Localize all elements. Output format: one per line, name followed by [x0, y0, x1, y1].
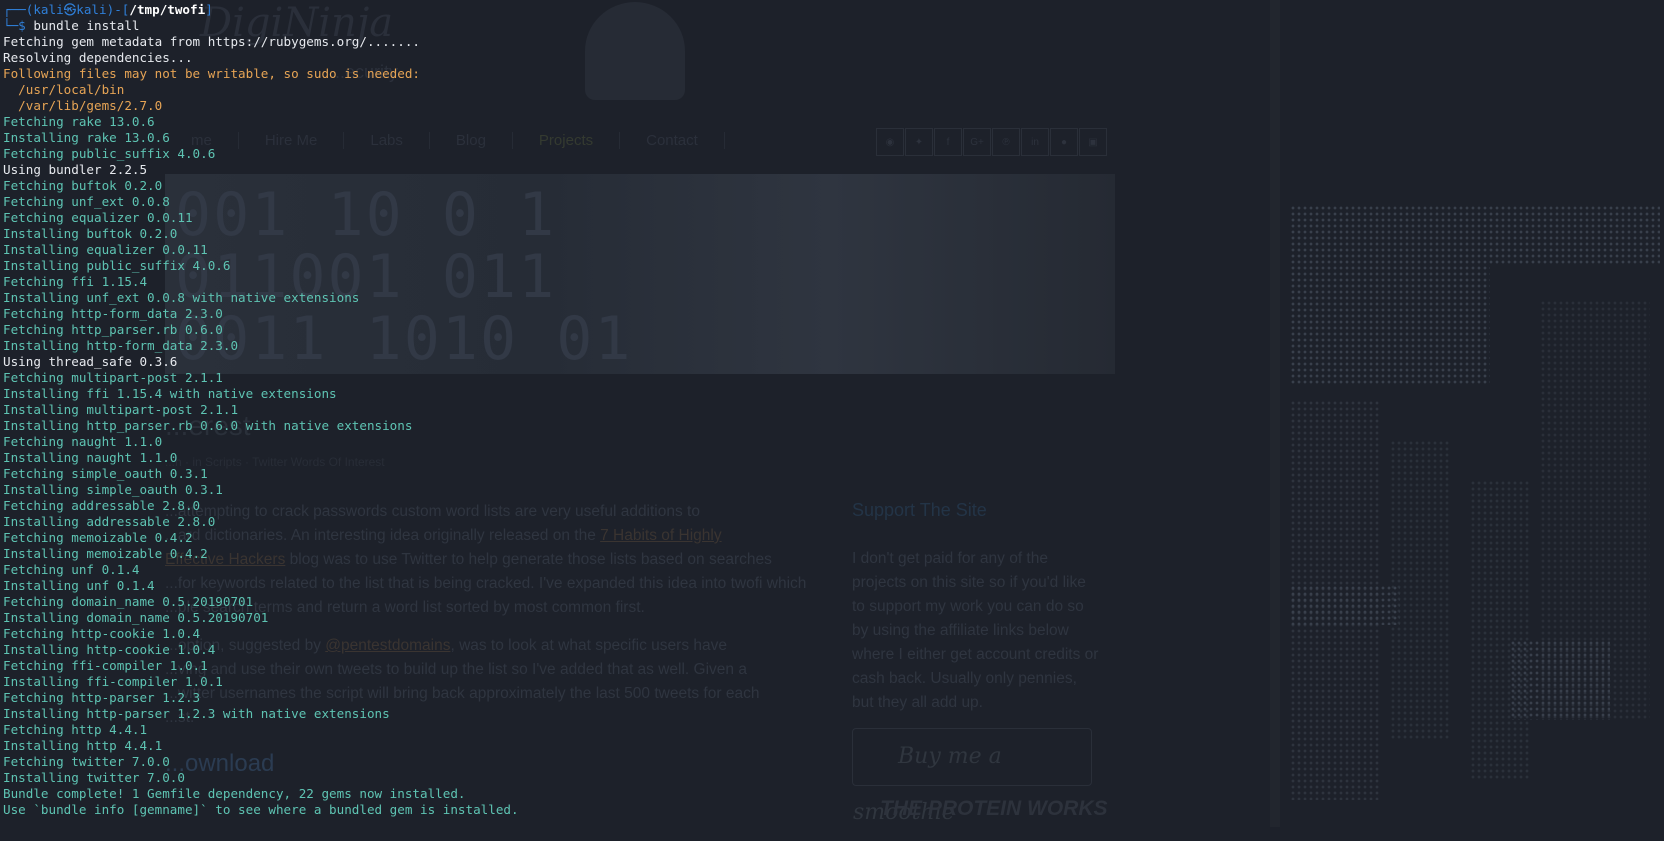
- output-line: Fetching multipart-post 2.1.1: [3, 370, 223, 385]
- prompt-dollar: $: [18, 18, 34, 33]
- output-line: Fetching http 4.4.1: [3, 722, 148, 737]
- output-line: Installing unf_ext 0.0.8 with native ext…: [3, 290, 360, 305]
- output-line: Installing domain_name 0.5.20190701: [3, 610, 269, 625]
- output-line: Installing public_suffix 4.0.6: [3, 258, 231, 273]
- output-lines: Fetching gem metadata from https://rubyg…: [3, 34, 643, 818]
- output-line: Fetching domain_name 0.5.20190701: [3, 594, 254, 609]
- output-line: Installing http-cookie 1.0.4: [3, 642, 216, 657]
- wallpaper-dots-7: [1290, 585, 1400, 625]
- terminal-output[interactable]: ┌──(kali㉿kali)-[/tmp/twofi] └─$ bundle i…: [3, 2, 643, 818]
- output-line: Installing addressable 2.8.0: [3, 514, 216, 529]
- output-line: Fetching ffi 1.15.4: [3, 274, 148, 289]
- prompt-line-1: ┌──(kali㉿kali)-[/tmp/twofi]: [3, 2, 643, 18]
- output-line: Bundle complete! 1 Gemfile dependency, 2…: [3, 786, 466, 801]
- wallpaper-dots-1: [1290, 205, 1660, 265]
- output-line: Installing simple_oauth 0.3.1: [3, 482, 223, 497]
- output-line: Fetching public_suffix 4.0.6: [3, 146, 216, 161]
- output-line: Fetching unf 0.1.4: [3, 562, 140, 577]
- output-line: /usr/local/bin: [3, 82, 125, 97]
- prompt-line-2: └─$ bundle install: [3, 18, 643, 34]
- output-line: Use `bundle info [gemname]` to see where…: [3, 802, 519, 817]
- output-line: Fetching addressable 2.8.0: [3, 498, 201, 513]
- output-line: Installing multipart-post 2.1.1: [3, 402, 239, 417]
- prompt-deco-top: ┌──(: [3, 2, 34, 17]
- output-line: Using thread_safe 0.3.6: [3, 354, 178, 369]
- output-line: Fetching http-form_data 2.3.0: [3, 306, 223, 321]
- prompt-deco-end: ]: [205, 2, 213, 17]
- output-line: Fetching http-cookie 1.0.4: [3, 626, 201, 641]
- output-line: Installing rake 13.0.6: [3, 130, 170, 145]
- output-line: Fetching ffi-compiler 1.0.1: [3, 658, 208, 673]
- output-line: Installing buftok 0.2.0: [3, 226, 178, 241]
- output-line: Resolving dependencies...: [3, 50, 193, 65]
- output-line: Using bundler 2.2.5: [3, 162, 148, 177]
- output-line: Fetching naught 1.1.0: [3, 434, 163, 449]
- prompt-user: kali㉿kali: [33, 2, 107, 17]
- prompt-deco-mid: )-[: [106, 2, 130, 17]
- output-line: Installing ffi-compiler 1.0.1: [3, 674, 223, 689]
- wallpaper-dots-5: [1470, 480, 1530, 780]
- google-plus-icon: G+: [963, 128, 991, 156]
- output-line: Fetching http_parser.rb 0.6.0: [3, 322, 223, 337]
- linkedin-icon: in: [1021, 128, 1049, 156]
- smoothie-banner: Buy me a smoothie: [852, 728, 1092, 825]
- output-line: Fetching equalizer 0.0.11: [3, 210, 193, 225]
- output-line: Installing ffi 1.15.4 with native extens…: [3, 386, 337, 401]
- output-line: Fetching unf_ext 0.0.8: [3, 194, 170, 209]
- sidebar-title: Support The Site: [852, 500, 987, 520]
- output-line: Installing equalizer 0.0.11: [3, 242, 208, 257]
- prompt-path: /tmp/twofi: [129, 2, 206, 17]
- output-line: Following files may not be writable, so …: [3, 66, 421, 81]
- output-line: Fetching http-parser 1.2.3: [3, 690, 201, 705]
- sidebar-text: I don't get paid for any of the projects…: [852, 550, 1099, 711]
- facebook-icon: f: [934, 128, 962, 156]
- output-line: /var/lib/gems/2.7.0: [3, 98, 163, 113]
- output-line: Fetching simple_oauth 0.3.1: [3, 466, 208, 481]
- pane-divider: [1270, 0, 1280, 827]
- rss-icon: ◉: [876, 128, 904, 156]
- output-line: Fetching buftok 0.2.0: [3, 178, 163, 193]
- output-line: Installing http-parser 1.2.3 with native…: [3, 706, 390, 721]
- output-line: Installing http_parser.rb 0.6.0 with nat…: [3, 418, 413, 433]
- other-icon: ▣: [1079, 128, 1107, 156]
- wallpaper-dots-8: [1510, 640, 1610, 720]
- output-line: Installing memoizable 0.4.2: [3, 546, 208, 561]
- output-line: Fetching gem metadata from https://rubyg…: [3, 34, 421, 49]
- reddit-icon: ●: [1050, 128, 1078, 156]
- output-line: Installing unf 0.1.4: [3, 578, 155, 593]
- prompt-command: bundle install: [33, 18, 140, 33]
- social-icons: ◉ ✦ f G+ ℗ in ● ▣: [875, 128, 1107, 156]
- output-line: Fetching twitter 7.0.0: [3, 754, 170, 769]
- prompt-deco-bottom: └─: [3, 18, 19, 33]
- output-line: Fetching memoizable 0.4.2: [3, 530, 193, 545]
- output-line: Installing naught 1.1.0: [3, 450, 178, 465]
- twitter-icon: ✦: [905, 128, 933, 156]
- output-line: Installing http-form_data 2.3.0: [3, 338, 239, 353]
- wallpaper-dots-2: [1290, 265, 1490, 385]
- kali-dragon-wallpaper: [1280, 0, 1664, 827]
- output-line: Fetching rake 13.0.6: [3, 114, 155, 129]
- site-sidebar: Support The Site I don't get paid for an…: [852, 500, 1102, 715]
- output-line: Installing http 4.4.1: [3, 738, 163, 753]
- pinterest-icon: ℗: [992, 128, 1020, 156]
- output-line: Installing twitter 7.0.0: [3, 770, 185, 785]
- protein-works-logo: THE PROTEIN WORKS: [880, 797, 1108, 820]
